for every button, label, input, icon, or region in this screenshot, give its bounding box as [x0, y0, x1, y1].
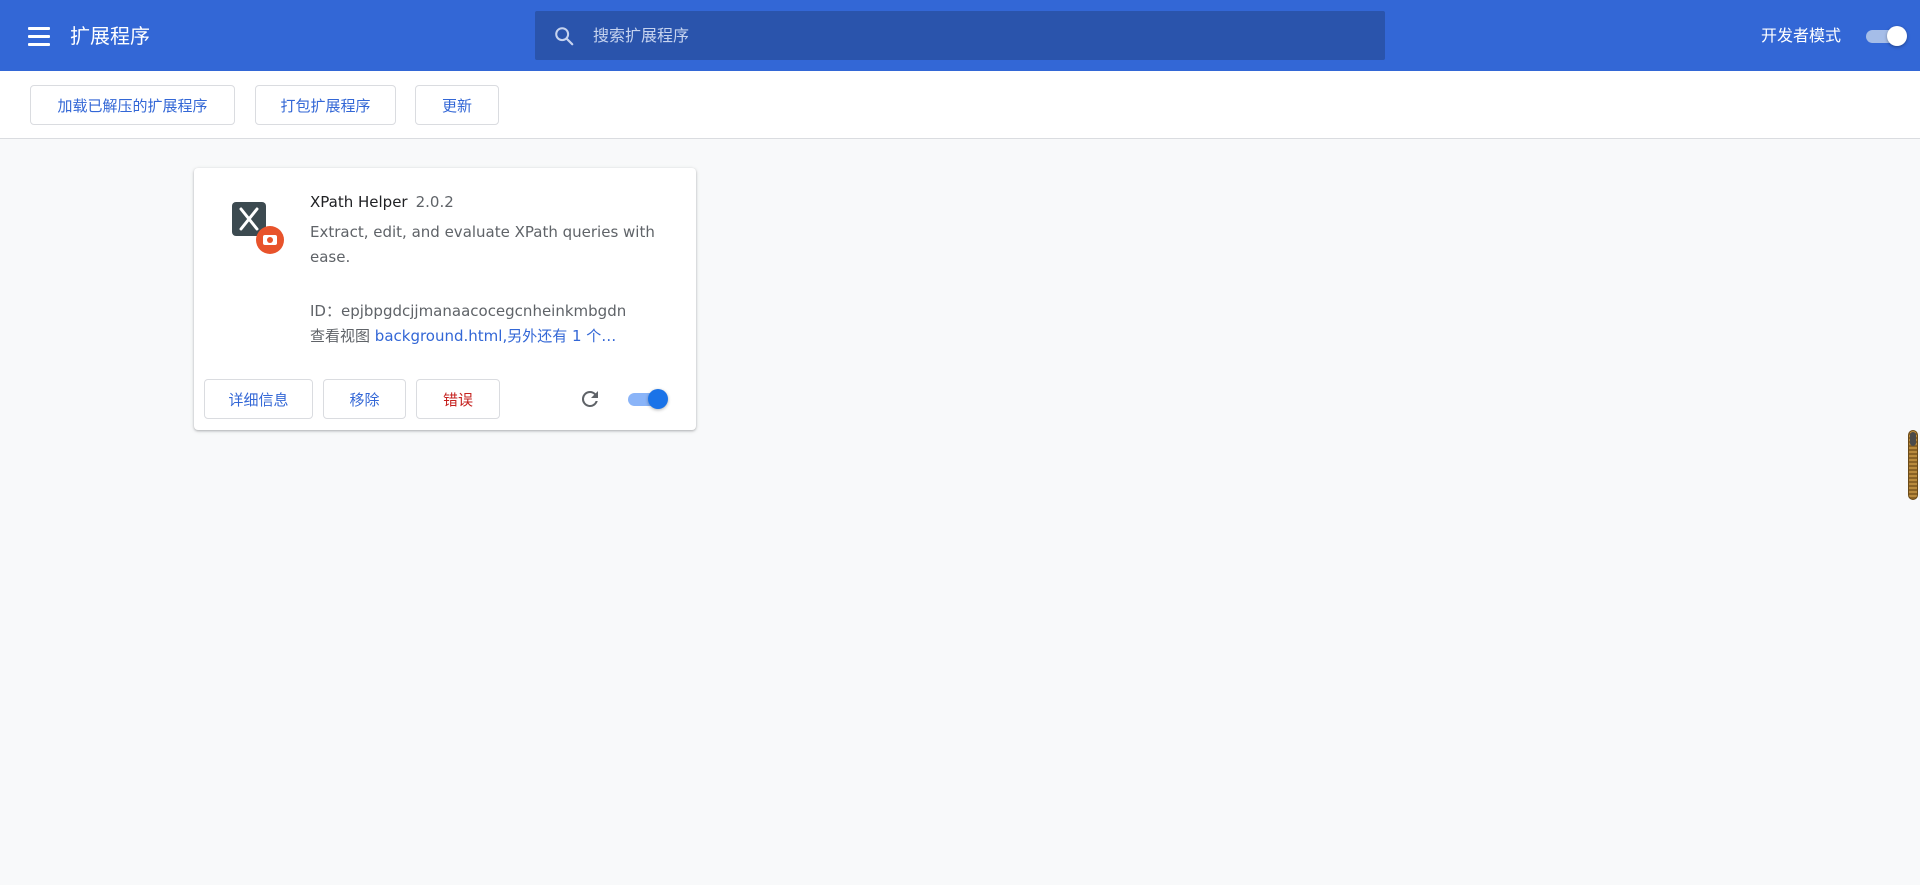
reload-icon[interactable] — [578, 387, 602, 411]
hamburger-menu-icon[interactable] — [28, 23, 56, 49]
extension-enable-toggle[interactable] — [628, 388, 670, 410]
extension-views-row: 查看视图 background.html,另外还有 1 个… — [310, 326, 616, 346]
developer-mode-label: 开发者模式 — [1761, 26, 1842, 45]
inspect-views-link[interactable]: background.html,另外还有 1 个… — [375, 327, 617, 345]
top-app-bar: 扩展程序 开发者模式 — [0, 0, 1920, 71]
extension-id: epjbpgdcjjmanaacocegcnheinkmbgdn — [340, 302, 627, 320]
extension-id-label: ID： — [310, 302, 341, 320]
search-icon — [555, 27, 574, 46]
errors-button[interactable]: 错误 — [416, 379, 500, 419]
extension-version: 2.0.2 — [415, 193, 454, 211]
extension-name: XPath Helper — [310, 193, 408, 211]
inspect-views-label: 查看视图 — [310, 327, 371, 345]
update-button[interactable]: 更新 — [415, 85, 499, 125]
extension-title-row: XPath Helper 2.0.2 — [310, 192, 454, 212]
pack-extension-button[interactable]: 打包扩展程序 — [255, 85, 396, 125]
search-bar[interactable] — [535, 11, 1385, 60]
extension-description: Extract, edit, and evaluate XPath querie… — [310, 223, 655, 266]
details-button[interactable]: 详细信息 — [204, 379, 313, 419]
extension-id-row: ID：epjbpgdcjjmanaacocegcnheinkmbgdn — [310, 301, 626, 321]
load-unpacked-button[interactable]: 加载已解压的扩展程序 — [30, 85, 235, 125]
developer-mode-toggle[interactable] — [1866, 26, 1908, 46]
scrollbar-handle[interactable] — [1908, 430, 1918, 500]
xpath-helper-icon — [232, 202, 284, 254]
page-title: 扩展程序 — [70, 24, 150, 48]
search-input[interactable] — [593, 11, 1373, 60]
developer-toolbar: 加载已解压的扩展程序 打包扩展程序 更新 — [0, 71, 1920, 139]
remove-button[interactable]: 移除 — [323, 379, 406, 419]
extension-card: XPath Helper 2.0.2 Extract, edit, and eva… — [194, 168, 696, 430]
